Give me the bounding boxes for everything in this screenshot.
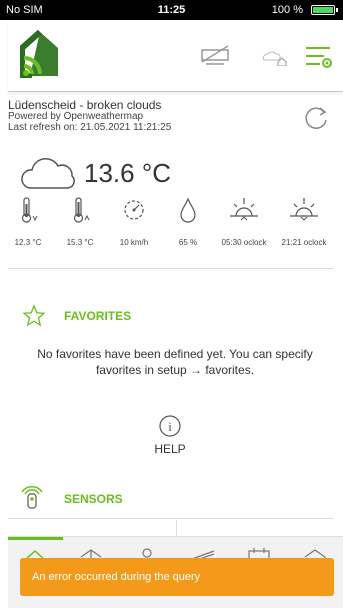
weather-location: Lüdenscheid - broken clouds bbox=[8, 98, 162, 112]
metric-temp-max: 15.3 °C bbox=[50, 196, 110, 256]
weather-metrics: 12.3 °C 15.3 °C 10 km/h 65 % 05:30 ocloc… bbox=[8, 196, 334, 256]
menu-settings-icon[interactable] bbox=[304, 44, 334, 70]
current-temperature: 13.6 °C bbox=[84, 158, 172, 188]
device-disabled-icon[interactable] bbox=[198, 42, 232, 66]
svg-text:i: i bbox=[168, 419, 172, 434]
help-button[interactable]: i HELP bbox=[140, 414, 200, 456]
battery-icon bbox=[311, 5, 338, 15]
home-logo-icon[interactable] bbox=[20, 30, 60, 78]
sunset-icon bbox=[290, 198, 318, 221]
help-label: HELP bbox=[154, 442, 186, 456]
thermometer-max-icon bbox=[73, 197, 90, 223]
cloud-icon bbox=[21, 158, 75, 189]
last-refresh: Last refresh on: 21.05.2021 11:21:25 bbox=[8, 122, 172, 133]
wind-icon bbox=[124, 200, 144, 220]
metric-value: 21:21 oclock bbox=[281, 238, 327, 247]
sunrise-icon bbox=[230, 198, 258, 221]
favorites-title: FAVORITES bbox=[64, 309, 132, 323]
sensor-icon bbox=[21, 486, 43, 509]
sensors-title: SENSORS bbox=[64, 492, 123, 506]
divider bbox=[8, 518, 334, 519]
star-icon bbox=[22, 304, 46, 327]
divider bbox=[8, 268, 334, 269]
divider bbox=[176, 520, 177, 536]
refresh-icon[interactable] bbox=[302, 104, 330, 132]
error-toast[interactable]: An error occurred during the query bbox=[20, 558, 334, 596]
battery-percent: 100 % bbox=[271, 4, 303, 16]
status-bar: No SIM 11:25 100 % bbox=[0, 0, 343, 20]
app-frame: No SIM 11:25 100 % Lüdenscheid - broken … bbox=[0, 0, 343, 608]
metric-sunrise: 05:30 oclock bbox=[214, 196, 274, 256]
info-icon: i bbox=[159, 415, 181, 437]
weather-source: Powered by Openweathermap bbox=[8, 111, 144, 122]
metric-wind: 10 km/h bbox=[104, 196, 164, 256]
thermometer-min-icon bbox=[21, 197, 38, 223]
cloud-home-icon[interactable] bbox=[260, 48, 288, 66]
favorites-empty-message: No favorites have been defined yet. You … bbox=[37, 347, 313, 377]
metric-sunset: 21:21 oclock bbox=[274, 196, 334, 256]
app-header bbox=[8, 20, 343, 92]
humidity-icon bbox=[180, 197, 196, 223]
metric-humidity: 65 % bbox=[158, 196, 218, 256]
